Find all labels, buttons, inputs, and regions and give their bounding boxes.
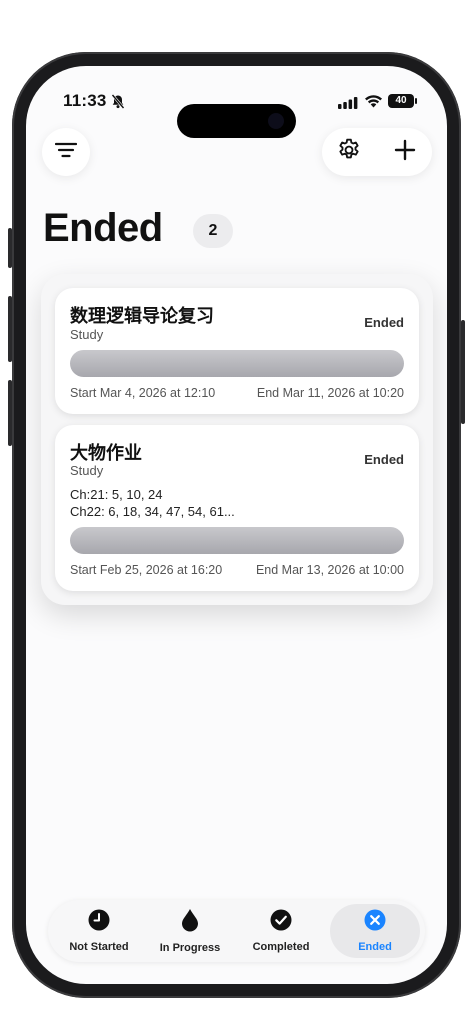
task-progress-bar: [70, 350, 404, 377]
wifi-icon: [364, 94, 383, 113]
page-title: Ended: [43, 206, 163, 250]
settings-button[interactable]: [322, 128, 376, 176]
power-button: [461, 320, 465, 424]
checkmark-icon: [270, 909, 292, 936]
status-time: 11:33: [63, 91, 107, 110]
tab-ended[interactable]: Ended: [330, 904, 420, 958]
status-bar: 11:33 40: [26, 90, 447, 138]
clock-icon: [88, 909, 110, 936]
task-card[interactable]: 大物作业 Study Ended Ch:21: 5, 10, 24 Ch22: …: [55, 425, 419, 591]
task-status: Ended: [364, 315, 404, 330]
task-note-line: Ch22: 6, 18, 34, 47, 54, 61...: [70, 504, 235, 519]
tab-label: Not Started: [69, 941, 129, 953]
tab-not-started[interactable]: Not Started: [54, 900, 144, 962]
tab-label: Ended: [358, 941, 392, 953]
signal-icon: [338, 96, 358, 114]
camera-icon: [268, 113, 284, 129]
filter-icon: [54, 142, 78, 163]
task-category: Study: [70, 327, 104, 342]
task-category: Study: [70, 463, 104, 478]
task-progress-bar: [70, 527, 404, 554]
filter-button[interactable]: [42, 128, 90, 176]
task-title: 数理逻辑导论复习: [70, 306, 214, 326]
tab-label: Completed: [252, 941, 310, 953]
xmark-icon: [364, 909, 386, 936]
screen: 11:33 40 Ended 2 数理逻辑导论复习 Study Ended St…: [26, 66, 447, 984]
volume-down-button: [8, 380, 12, 446]
task-status: Ended: [364, 452, 404, 467]
battery-cap: [415, 98, 417, 104]
task-start: Start Feb 25, 2026 at 16:20: [70, 563, 223, 577]
task-end: End Mar 11, 2026 at 10:20: [256, 386, 404, 400]
plus-icon: [394, 139, 416, 166]
tab-label: In Progress: [159, 942, 221, 954]
bell-slash-icon: [111, 94, 125, 114]
add-button[interactable]: [378, 128, 432, 176]
toolbar-actions: [322, 128, 432, 176]
task-note-line: Ch:21: 5, 10, 24: [70, 487, 163, 502]
count-badge: 2: [193, 214, 233, 248]
action-button: [8, 228, 12, 268]
tab-completed[interactable]: Completed: [236, 900, 326, 962]
tab-in-progress[interactable]: In Progress: [145, 900, 235, 962]
volume-up-button: [8, 296, 12, 362]
battery-icon: 40: [388, 94, 414, 108]
task-end: End Mar 13, 2026 at 10:00: [255, 563, 404, 577]
gear-icon: [336, 137, 362, 168]
tab-bar: Not Started In Progress Completed Ended: [48, 900, 425, 962]
task-title: 大物作业: [70, 443, 142, 463]
drop-icon: [181, 908, 199, 937]
dynamic-island: [177, 104, 296, 138]
task-start: Start Mar 4, 2026 at 12:10: [70, 386, 216, 400]
task-card[interactable]: 数理逻辑导论复习 Study Ended Start Mar 4, 2026 a…: [55, 288, 419, 414]
